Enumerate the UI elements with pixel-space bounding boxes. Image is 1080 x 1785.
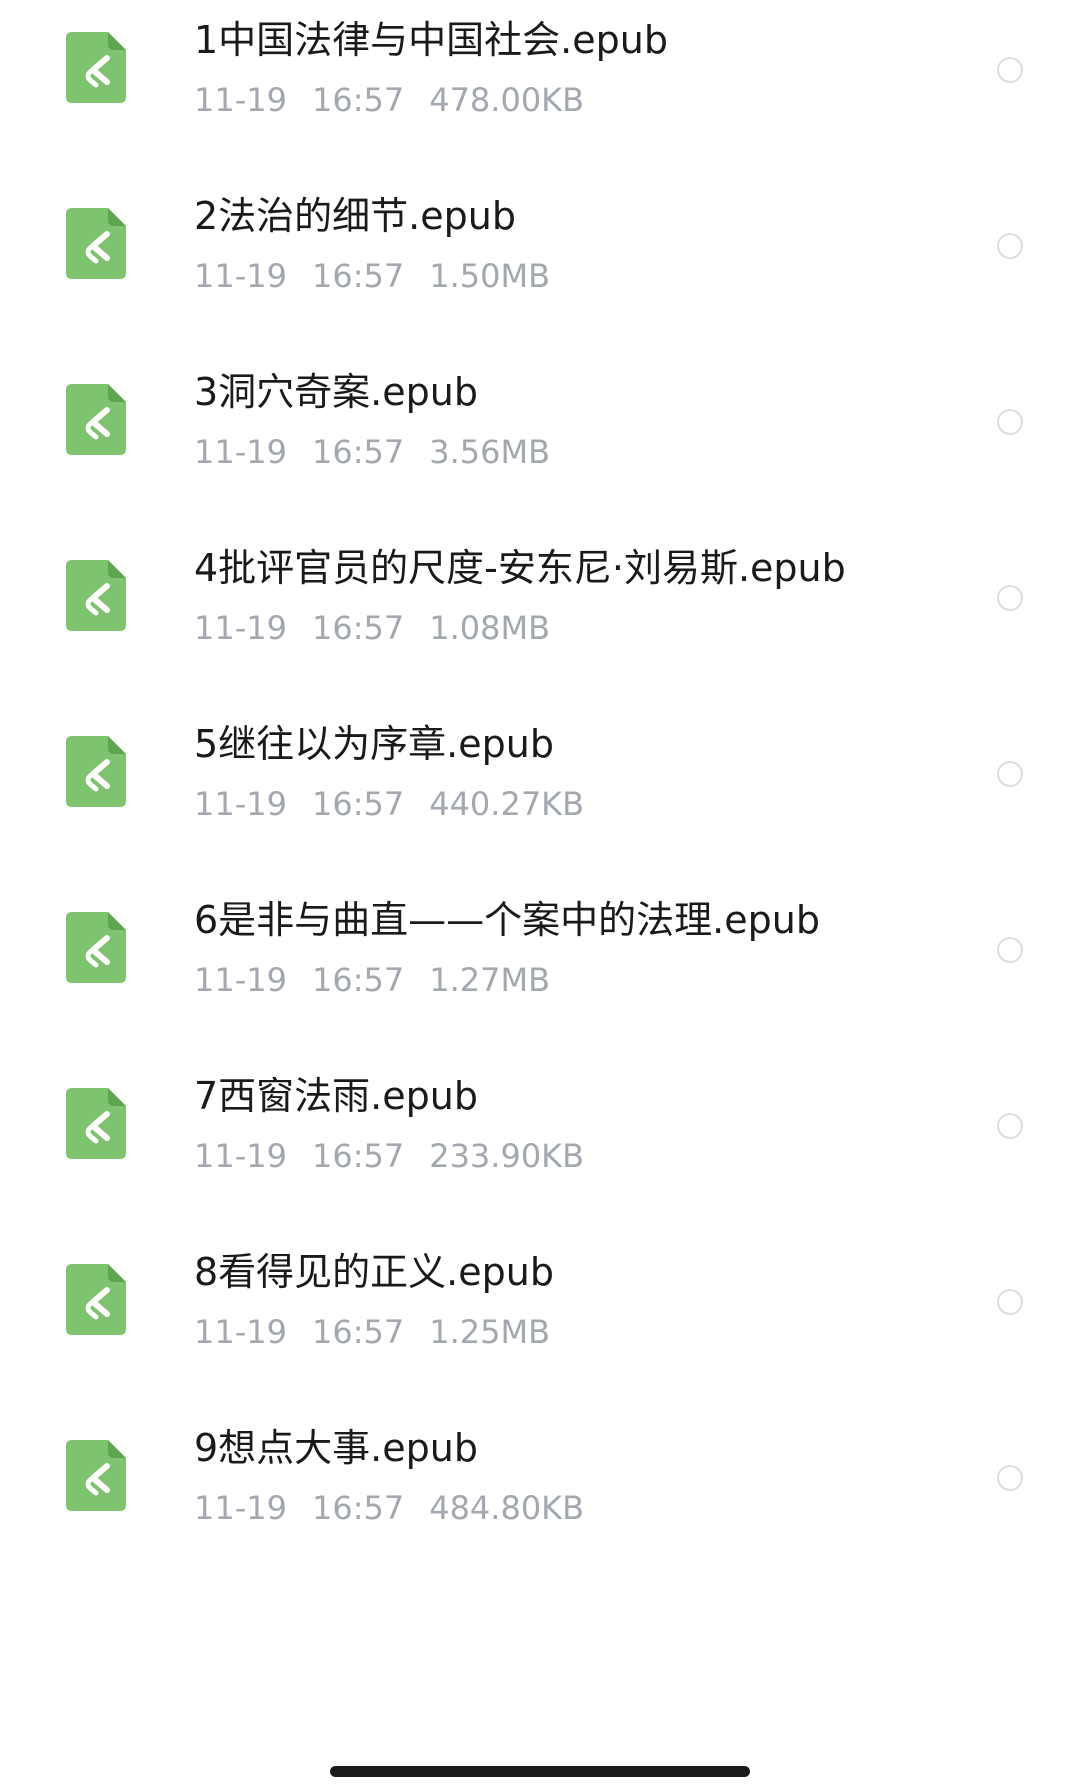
file-meta: 11-19 16:57 1.25MB [194,1310,575,1354]
epub-file-icon [66,1088,126,1159]
file-time: 16:57 [311,785,405,823]
file-date: 11-19 [194,961,287,999]
file-date: 11-19 [194,433,287,471]
file-name: 9想点大事.epub [194,1426,478,1470]
file-time: 16:57 [311,433,405,471]
home-indicator-bar[interactable] [330,1766,750,1777]
file-date: 11-19 [194,81,287,119]
file-size: 1.27MB [429,961,551,999]
file-size: 1.25MB [429,1313,551,1351]
file-time: 16:57 [311,1313,405,1351]
file-date: 11-19 [194,1313,287,1351]
file-size: 1.50MB [429,257,551,295]
file-size: 478.00KB [429,81,585,119]
file-row[interactable]: 2法治的细节.epub 11-19 16:57 1.50MB [0,176,1080,352]
file-meta: 11-19 16:57 484.80KB [194,1486,609,1530]
file-meta: 11-19 16:57 1.50MB [194,254,575,298]
file-row[interactable]: 7西窗法雨.epub 11-19 16:57 233.90KB [0,1056,1080,1232]
file-meta: 11-19 16:57 440.27KB [194,782,609,826]
file-row[interactable]: 6是非与曲直——个案中的法理.epub 11-19 16:57 1.27MB [0,880,1080,1056]
file-name: 1中国法律与中国社会.epub [194,18,668,62]
epub-file-icon [66,384,126,455]
file-name: 8看得见的正义.epub [194,1250,554,1294]
select-radio-button[interactable] [997,585,1023,611]
select-radio-button[interactable] [997,1465,1023,1491]
select-radio-button[interactable] [997,761,1023,787]
file-row[interactable]: 3洞穴奇案.epub 11-19 16:57 3.56MB [0,352,1080,528]
epub-file-icon [66,912,126,983]
file-meta: 11-19 16:57 233.90KB [194,1134,609,1178]
file-date: 11-19 [194,785,287,823]
file-date: 11-19 [194,1137,287,1175]
file-time: 16:57 [311,257,405,295]
file-row[interactable]: 1中国法律与中国社会.epub 11-19 16:57 478.00KB [0,0,1080,176]
epub-file-icon [66,208,126,279]
file-size: 440.27KB [429,785,585,823]
file-meta: 11-19 16:57 1.27MB [194,958,575,1002]
file-row[interactable]: 8看得见的正义.epub 11-19 16:57 1.25MB [0,1232,1080,1408]
file-meta: 11-19 16:57 1.08MB [194,606,575,650]
file-date: 11-19 [194,609,287,647]
file-meta: 11-19 16:57 478.00KB [194,78,609,122]
epub-file-icon [66,1264,126,1335]
select-radio-button[interactable] [997,57,1023,83]
file-row[interactable]: 4批评官员的尺度-安东尼·刘易斯.epub 11-19 16:57 1.08MB [0,528,1080,704]
file-size: 233.90KB [429,1137,585,1175]
epub-file-icon [66,1440,126,1511]
file-time: 16:57 [311,961,405,999]
file-row[interactable]: 9想点大事.epub 11-19 16:57 484.80KB [0,1408,1080,1584]
select-radio-button[interactable] [997,409,1023,435]
file-row[interactable]: 5继往以为序章.epub 11-19 16:57 440.27KB [0,704,1080,880]
file-time: 16:57 [311,609,405,647]
epub-file-icon [66,736,126,807]
file-size: 1.08MB [429,609,551,647]
epub-file-icon [66,560,126,631]
select-radio-button[interactable] [997,1289,1023,1315]
file-name: 7西窗法雨.epub [194,1074,478,1118]
file-name: 5继往以为序章.epub [194,722,554,766]
file-name: 6是非与曲直——个案中的法理.epub [194,898,820,942]
file-meta: 11-19 16:57 3.56MB [194,430,575,474]
file-size: 484.80KB [429,1489,585,1527]
select-radio-button[interactable] [997,937,1023,963]
file-time: 16:57 [311,1137,405,1175]
file-time: 16:57 [311,81,405,119]
file-size: 3.56MB [429,433,551,471]
file-name: 4批评官员的尺度-安东尼·刘易斯.epub [194,546,846,590]
file-date: 11-19 [194,1489,287,1527]
select-radio-button[interactable] [997,1113,1023,1139]
epub-file-icon [66,32,126,103]
file-time: 16:57 [311,1489,405,1527]
file-date: 11-19 [194,257,287,295]
file-name: 2法治的细节.epub [194,194,516,238]
select-radio-button[interactable] [997,233,1023,259]
file-name: 3洞穴奇案.epub [194,370,478,414]
